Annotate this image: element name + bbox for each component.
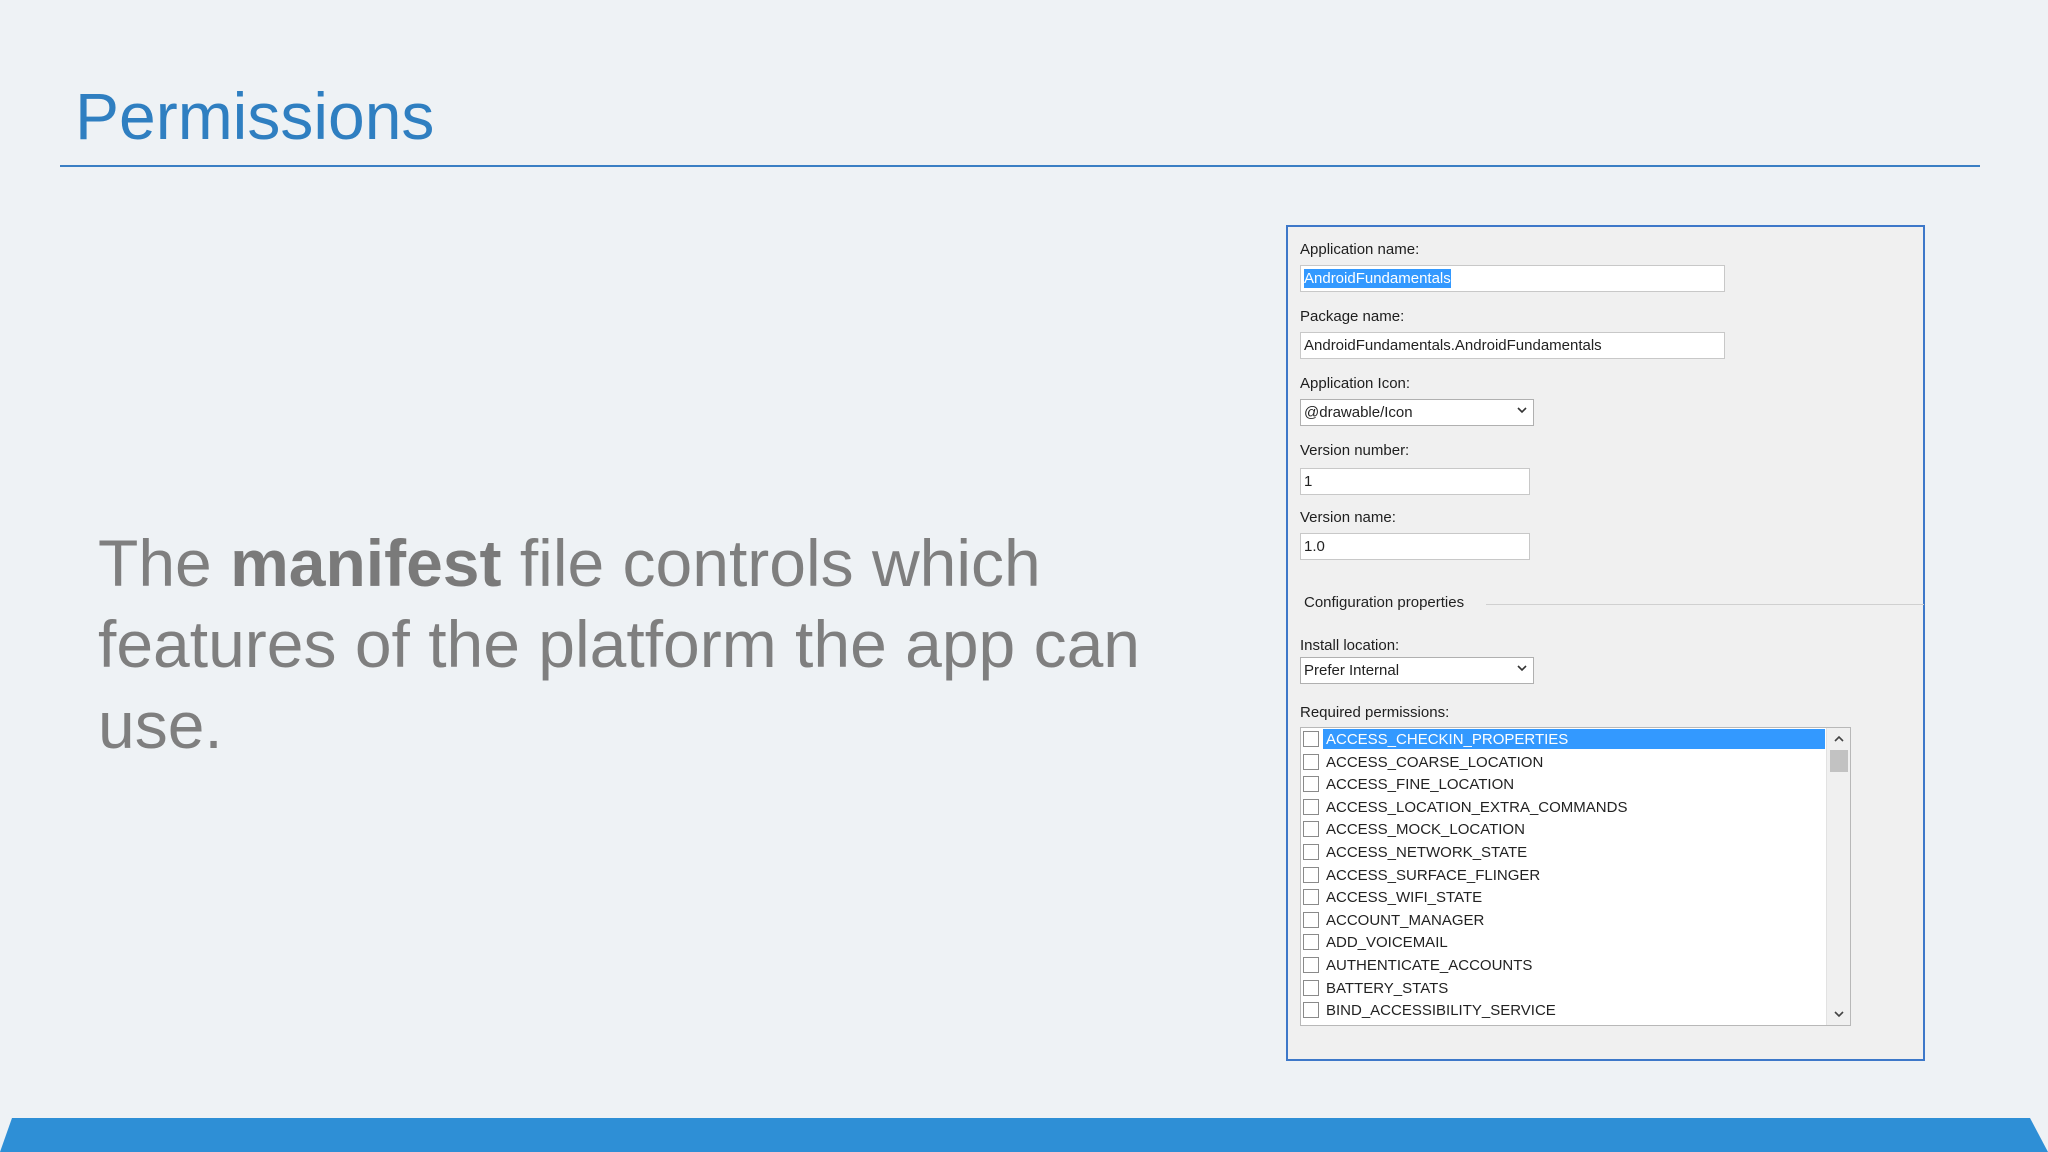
app-icon-select[interactable]: @drawable/Icon <box>1300 399 1534 426</box>
slide-title: Permissions <box>75 79 435 153</box>
app-name-label: Application name: <box>1300 241 1420 258</box>
permissions-list[interactable]: ACCESS_CHECKIN_PROPERTIES ACCESS_COARSE_L… <box>1300 727 1851 1026</box>
permission-item[interactable]: ACCESS_WIFI_STATE <box>1301 886 1825 908</box>
permission-item[interactable]: ACCESS_COARSE_LOCATION <box>1301 751 1825 773</box>
version-name-label: Version name: <box>1300 509 1396 526</box>
manifest-settings-screenshot: Application name: AndroidFundamentals Pa… <box>1286 225 1925 1061</box>
permission-checkbox[interactable] <box>1303 731 1319 747</box>
permission-label: ACCESS_COARSE_LOCATION <box>1326 753 1544 771</box>
permission-label: ACCESS_LOCATION_EXTRA_COMMANDS <box>1326 798 1628 816</box>
permission-label: ACCESS_FINE_LOCATION <box>1326 776 1515 794</box>
app-name-value: AndroidFundamentals <box>1304 269 1451 288</box>
configuration-group-title: Configuration properties <box>1304 594 1465 611</box>
permission-checkbox[interactable] <box>1303 979 1319 996</box>
app-name-input[interactable]: AndroidFundamentals <box>1300 265 1725 292</box>
permission-item[interactable]: BATTERY_STATS <box>1301 977 1825 999</box>
app-icon-value: @drawable/Icon <box>1304 404 1413 421</box>
permission-item[interactable]: ADD_VOICEMAIL <box>1301 931 1825 953</box>
chevron-up-icon[interactable] <box>1833 733 1845 745</box>
permission-checkbox[interactable] <box>1303 889 1319 906</box>
body-text-lead: The <box>98 526 231 600</box>
group-divider <box>1486 604 1924 605</box>
permission-label: ADD_VOICEMAIL <box>1326 934 1448 952</box>
permissions-scrollbar[interactable] <box>1826 728 1850 1025</box>
required-permissions-label: Required permissions: <box>1300 704 1450 721</box>
permission-item[interactable]: ACCESS_LOCATION_EXTRA_COMMANDS <box>1301 796 1825 818</box>
permission-label: BIND_ACCESSIBILITY_SERVICE <box>1326 1002 1556 1020</box>
footer-accent-bar <box>0 1118 2048 1152</box>
package-name-input[interactable]: AndroidFundamentals.AndroidFundamentals <box>1300 332 1725 359</box>
app-icon-label: Application Icon: <box>1300 375 1411 392</box>
permission-label: ACCESS_NETWORK_STATE <box>1326 844 1528 861</box>
permission-checkbox[interactable] <box>1303 934 1319 951</box>
install-location-value: Prefer Internal <box>1304 662 1400 679</box>
permission-item[interactable]: ACCOUNT_MANAGER <box>1301 909 1825 931</box>
scroll-thumb[interactable] <box>1830 750 1848 772</box>
permission-checkbox[interactable] <box>1303 866 1319 883</box>
permission-checkbox[interactable] <box>1303 844 1319 860</box>
permission-label: ACCESS_CHECKIN_PROPERTIES <box>1323 729 1825 749</box>
chevron-down-icon <box>1517 407 1527 414</box>
permission-item[interactable]: ACCESS_FINE_LOCATION <box>1301 773 1825 795</box>
install-location-select[interactable]: Prefer Internal <box>1300 657 1534 684</box>
version-number-input[interactable]: 1 <box>1300 468 1530 495</box>
permission-checkbox[interactable] <box>1303 957 1319 973</box>
title-divider <box>60 165 1980 167</box>
permission-checkbox[interactable] <box>1303 911 1319 928</box>
permission-item[interactable]: ACCESS_MOCK_LOCATION <box>1301 818 1825 840</box>
chevron-down-icon[interactable] <box>1833 1008 1845 1020</box>
permission-label: ACCESS_WIFI_STATE <box>1326 889 1483 907</box>
permission-label: ACCESS_SURFACE_FLINGER <box>1326 866 1541 884</box>
permission-item[interactable]: BIND_ACCESSIBILITY_SERVICE <box>1301 999 1825 1021</box>
body-text-emphasis: manifest <box>230 526 502 600</box>
permission-checkbox[interactable] <box>1303 821 1319 838</box>
permission-label: BATTERY_STATS <box>1326 979 1449 997</box>
permission-label: ACCOUNT_MANAGER <box>1326 911 1485 929</box>
permission-label: AUTHENTICATE_ACCOUNTS <box>1326 957 1533 974</box>
permission-item[interactable]: ACCESS_NETWORK_STATE <box>1301 841 1825 863</box>
slide-body-text: The manifest file controls which feature… <box>98 523 1198 766</box>
chevron-down-icon <box>1517 665 1527 672</box>
permission-item[interactable]: ACCESS_SURFACE_FLINGER <box>1301 864 1825 886</box>
permission-label: ACCESS_MOCK_LOCATION <box>1326 821 1525 839</box>
install-location-label: Install location: <box>1300 637 1400 654</box>
package-name-label: Package name: <box>1300 308 1405 325</box>
permission-checkbox[interactable] <box>1303 798 1319 815</box>
permission-checkbox[interactable] <box>1303 1002 1319 1019</box>
permission-item[interactable]: AUTHENTICATE_ACCOUNTS <box>1301 954 1825 976</box>
permission-checkbox[interactable] <box>1303 776 1319 793</box>
version-name-input[interactable]: 1.0 <box>1300 533 1530 560</box>
permission-checkbox[interactable] <box>1303 753 1319 770</box>
version-number-label: Version number: <box>1300 442 1410 459</box>
permission-item[interactable]: ACCESS_CHECKIN_PROPERTIES <box>1301 728 1825 750</box>
